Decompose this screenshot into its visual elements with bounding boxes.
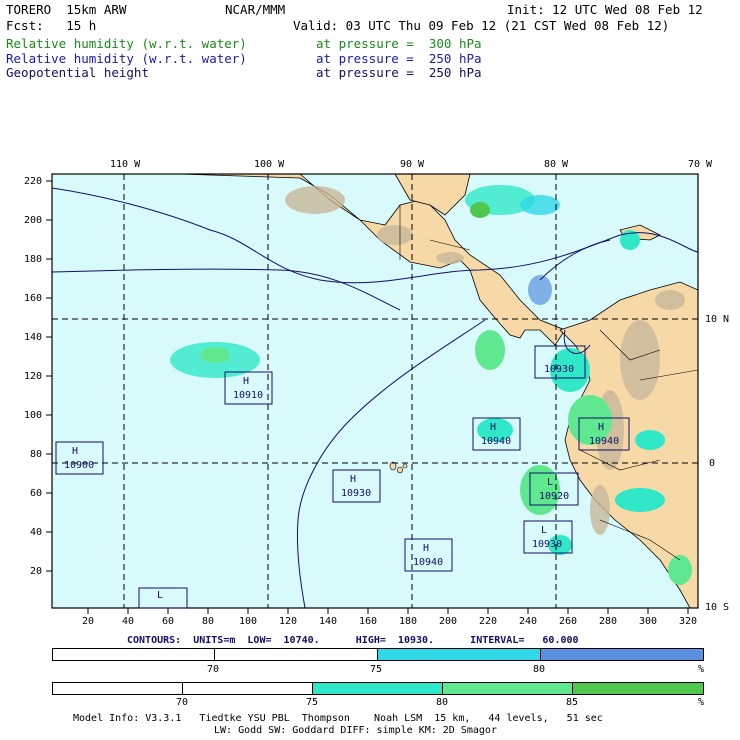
colorbar-rh-300 (52, 682, 704, 695)
y-tick: 60 (30, 488, 43, 499)
lat-label-10n: 10 N (705, 314, 730, 325)
lon-label-110w: 110 W (110, 159, 141, 170)
lon-label-100w: 100 W (254, 159, 285, 170)
x-tick: 20 (82, 616, 95, 627)
x-tick: 120 (279, 616, 298, 627)
center-value: 10930 (532, 539, 563, 550)
center-value: 10910 (233, 390, 264, 401)
lon-label-90w: 90 W (400, 159, 425, 170)
x-tick: 60 (162, 616, 175, 627)
colorbar1-label: 70 (207, 664, 220, 675)
x-tick: 180 (399, 616, 418, 627)
center-type: L (547, 477, 554, 488)
x-tick: 280 (599, 616, 618, 627)
lat-label-0: 0 (709, 458, 716, 469)
y-tick: 80 (30, 449, 43, 460)
colorbar-segment (541, 649, 703, 660)
y-tick: 20 (30, 566, 43, 577)
lon-label-80w: 80 W (544, 159, 569, 170)
colorbar-segment (183, 683, 313, 694)
center-type: H (490, 422, 497, 433)
x-tick: 80 (202, 616, 215, 627)
x-tick: 160 (359, 616, 378, 627)
center-value: 10940 (589, 436, 620, 447)
y-tick: 140 (24, 332, 43, 343)
colorbar1-unit: % (698, 664, 705, 675)
colorbar2-label: 85 (566, 697, 579, 708)
x-tick: 140 (319, 616, 338, 627)
colorbar1-label: 75 (370, 664, 383, 675)
colorbar-segment (378, 649, 541, 660)
physics-info: LW: Godd SW: Goddard DIFF: simple KM: 2D… (214, 725, 497, 736)
center-value: 10930 (544, 364, 575, 375)
y-tick: 100 (24, 410, 43, 421)
colorbar-segment (573, 683, 703, 694)
x-tick: 200 (439, 616, 458, 627)
center-value: 10940 (481, 436, 512, 447)
center-type: H (598, 422, 605, 433)
colorbar2-label: 80 (436, 697, 449, 708)
colorbar-rh-250 (52, 648, 704, 661)
center-type: H (243, 376, 250, 387)
colorbar-segment (53, 683, 183, 694)
center-type: H (423, 543, 430, 554)
colorbar-segment (53, 649, 215, 660)
colorbar2-label: 70 (176, 697, 189, 708)
weather-map (46, 173, 699, 614)
y-tick: 180 (24, 254, 43, 265)
x-tick: 320 (679, 616, 698, 627)
x-tick: 240 (519, 616, 538, 627)
y-tick: 220 (24, 176, 43, 187)
x-tick: 100 (239, 616, 258, 627)
x-tick: 300 (639, 616, 658, 627)
contour-info: CONTOURS: UNITS=m LOW= 10740. HIGH= 1093… (127, 635, 579, 646)
y-tick: 120 (24, 371, 43, 382)
colorbar-segment (313, 683, 443, 694)
colorbar-segment (443, 683, 573, 694)
y-tick: 200 (24, 215, 43, 226)
center-type: L (157, 590, 164, 601)
center-type: H (72, 446, 79, 457)
colorbar2-label: 75 (306, 697, 319, 708)
center-value: 10930 (341, 488, 372, 499)
colorbar2-unit: % (698, 697, 705, 708)
x-tick: 220 (479, 616, 498, 627)
colorbar-segment (215, 649, 378, 660)
lat-label-10s: 10 S (705, 602, 730, 613)
lon-label-70w: 70 W (688, 159, 713, 170)
y-tick: 160 (24, 293, 43, 304)
center-type: H (350, 474, 357, 485)
x-tick: 40 (122, 616, 135, 627)
center-value: 10920 (539, 491, 570, 502)
y-tick: 40 (30, 527, 43, 538)
x-tick: 260 (559, 616, 578, 627)
center-value: 10900 (64, 460, 95, 471)
center-value: 10940 (413, 557, 444, 568)
colorbar1-label: 80 (533, 664, 546, 675)
center-type: L (541, 525, 548, 536)
